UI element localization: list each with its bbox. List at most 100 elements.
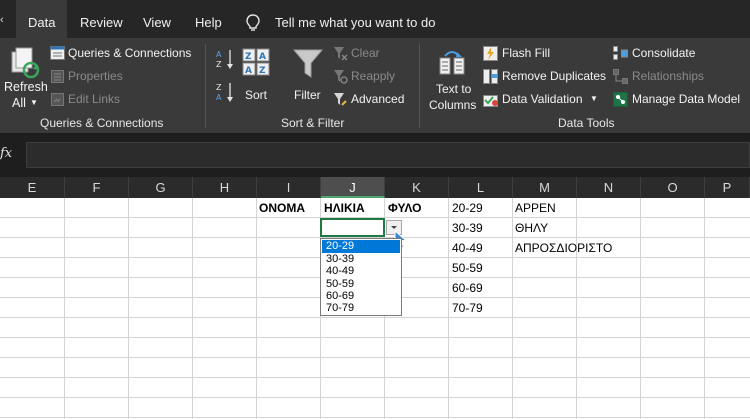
refresh-all-icon xyxy=(11,47,40,79)
text-to-label: Text to xyxy=(436,82,472,96)
svg-text:A: A xyxy=(216,93,222,102)
worksheet-grid[interactable]: ΟΝΟΜΑ ΗΛΙΚΙΑ ΦΥΛΟ 20-29 30-39 40-49 50-5… xyxy=(0,198,750,419)
column-header-g[interactable]: G xyxy=(129,177,193,198)
properties-button[interactable]: Properties xyxy=(48,68,148,86)
validation-dropdown-list[interactable]: 20-29 30-39 40-49 50-59 60-69 70-79 xyxy=(320,238,402,316)
tab-review[interactable]: Review xyxy=(80,0,123,38)
svg-text:A: A xyxy=(245,66,252,76)
relationships-label: Relationships xyxy=(632,69,705,83)
edit-links-button[interactable]: Edit Links xyxy=(48,91,148,109)
relationships-button[interactable]: Relationships xyxy=(612,68,712,86)
clear-button[interactable]: Clear xyxy=(333,45,403,63)
column-header-l[interactable]: L xyxy=(449,177,513,198)
cell-j1[interactable]: ΗΛΙΚΙΑ xyxy=(324,198,365,218)
column-header-h[interactable]: H xyxy=(193,177,257,198)
cell-k1[interactable]: ΦΥΛΟ xyxy=(388,198,421,218)
consolidate-button[interactable]: Consolidate xyxy=(612,45,712,63)
group-label-sort-filter: Sort & Filter xyxy=(281,116,345,130)
clear-label: Clear xyxy=(351,46,380,60)
column-header-n[interactable]: N xyxy=(577,177,641,198)
sort-icon: Z A A Z xyxy=(242,48,270,76)
active-cell-j2[interactable] xyxy=(320,218,385,237)
column-header-m[interactable]: M xyxy=(513,177,577,198)
sort-a-to-z-icon: A Z xyxy=(216,50,233,69)
column-header-f[interactable]: F xyxy=(65,177,129,198)
sort-button[interactable]: Z A A Z Sort xyxy=(241,46,275,104)
queries-connections-label: Queries & Connections xyxy=(68,46,192,60)
cell-l2[interactable]: 30-39 xyxy=(452,218,483,238)
text-to-columns-icon xyxy=(439,51,465,75)
group-label-queries: Queries & Connections xyxy=(40,116,164,130)
dropdown-option[interactable]: 70-79 xyxy=(322,302,400,315)
reapply-button[interactable]: Reapply xyxy=(333,68,403,86)
clear-filter-icon xyxy=(334,47,348,61)
refresh-label: Refresh xyxy=(4,80,48,94)
edit-links-label: Edit Links xyxy=(68,92,121,106)
column-header-i[interactable]: I xyxy=(257,177,321,198)
dropdown-option[interactable]: 40-49 xyxy=(322,265,400,278)
cell-m3[interactable]: ΑΠΡΟΣΔΙΟΡΙΣΤΟ xyxy=(515,238,612,258)
grid-line xyxy=(576,198,577,419)
grid-line xyxy=(128,198,129,419)
queries-connections-button[interactable]: Queries & Connections xyxy=(48,45,198,63)
grid-line xyxy=(64,198,65,419)
sort-ascending-button[interactable]: A Z xyxy=(215,48,235,70)
dropdown-option[interactable]: 20-29 xyxy=(322,240,400,253)
cell-l1[interactable]: 20-29 xyxy=(452,198,483,218)
refresh-sub-label: All xyxy=(12,96,26,110)
cell-m2[interactable]: ΘΗΛΥ xyxy=(515,218,548,238)
column-header-p[interactable]: P xyxy=(705,177,750,198)
refresh-all-button[interactable]: Refresh All ▼ xyxy=(2,44,48,114)
advanced-button[interactable]: Advanced xyxy=(333,91,413,109)
svg-text:Z: Z xyxy=(245,52,252,62)
sort-descending-button[interactable]: Z A xyxy=(215,81,235,103)
tab-data[interactable]: Data xyxy=(16,0,68,38)
manage-data-model-button[interactable]: Manage Data Model xyxy=(612,91,747,109)
properties-label: Properties xyxy=(68,69,123,83)
cell-l6[interactable]: 70-79 xyxy=(452,298,483,318)
manage-data-model-label: Manage Data Model xyxy=(632,92,741,106)
text-to-columns-button[interactable]: Text to Columns xyxy=(428,46,480,114)
cell-i1[interactable]: ΟΝΟΜΑ xyxy=(259,198,305,218)
tell-me-search[interactable]: Tell me what you want to do xyxy=(246,0,446,38)
cell-l4[interactable]: 50-59 xyxy=(452,258,483,278)
grid-line xyxy=(0,377,750,378)
data-validation-label: Data Validation xyxy=(502,92,583,106)
properties-icon xyxy=(51,70,64,83)
grid-line xyxy=(192,198,193,419)
column-header-j[interactable]: J xyxy=(321,177,385,198)
chevron-down-icon: ▼ xyxy=(30,98,38,107)
filter-funnel-icon xyxy=(293,49,323,78)
fx-icon[interactable]: fx xyxy=(0,146,12,161)
tab-scroll-arrow[interactable]: ‹ xyxy=(0,14,4,26)
consolidate-icon xyxy=(613,46,628,60)
grid-line xyxy=(0,397,750,398)
svg-text:Z: Z xyxy=(216,83,222,92)
column-headers: E F G H I J K L M N O P xyxy=(0,177,750,199)
column-header-e[interactable]: E xyxy=(0,177,65,198)
grid-line xyxy=(0,337,750,338)
column-header-k[interactable]: K xyxy=(385,177,449,198)
data-validation-button[interactable]: Data Validation ▼ xyxy=(482,91,600,109)
flash-fill-label: Flash Fill xyxy=(502,46,551,60)
advanced-filter-icon xyxy=(334,93,347,106)
grid-line xyxy=(448,198,449,419)
sort-label: Sort xyxy=(245,88,268,102)
tab-help[interactable]: Help xyxy=(195,0,222,38)
column-header-o[interactable]: O xyxy=(641,177,705,198)
group-separator xyxy=(419,44,420,128)
cell-l3[interactable]: 40-49 xyxy=(452,238,483,258)
ribbon-tabs: ‹ Data Review View Help Tell me what you… xyxy=(0,0,750,38)
queries-icon xyxy=(50,46,65,60)
data-validation-icon xyxy=(483,95,498,107)
formula-input[interactable] xyxy=(26,142,750,168)
advanced-label: Advanced xyxy=(351,92,405,106)
tab-view[interactable]: View xyxy=(143,0,171,38)
cell-l5[interactable]: 60-69 xyxy=(452,278,483,298)
remove-duplicates-button[interactable]: Remove Duplicates xyxy=(482,68,607,86)
cell-m1[interactable]: ΑΡΡΕΝ xyxy=(515,198,556,218)
grid-line xyxy=(704,198,705,419)
flash-fill-button[interactable]: Flash Fill xyxy=(482,45,582,63)
manage-data-model-icon xyxy=(613,92,628,107)
filter-button[interactable]: Filter xyxy=(290,46,326,104)
